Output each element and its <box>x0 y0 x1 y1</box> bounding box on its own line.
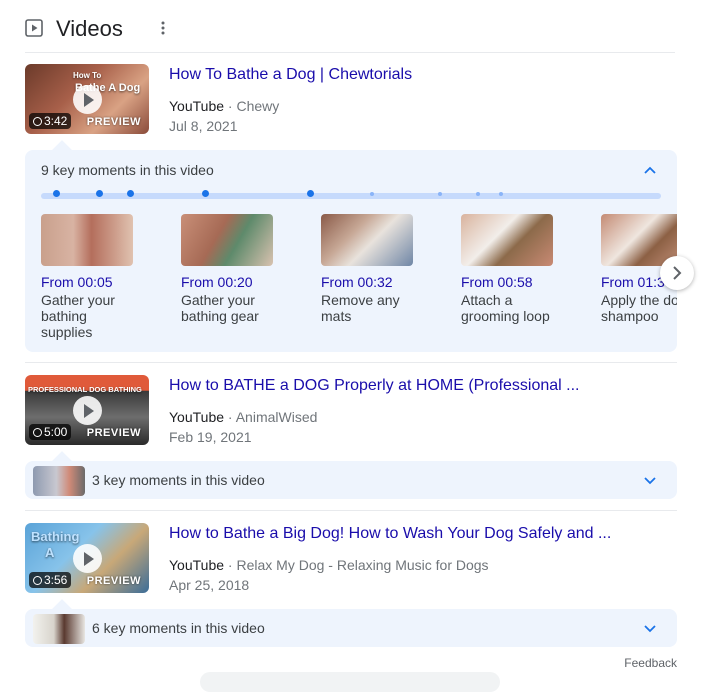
timeline-marker[interactable] <box>127 190 134 197</box>
video-thumbnail[interactable]: PROFESSIONAL DOG BATHING 5:00 PREVIEW <box>25 375 149 445</box>
play-icon[interactable] <box>73 544 102 573</box>
key-moment[interactable]: From 00:32 Remove any mats <box>321 214 451 324</box>
timeline-marker[interactable] <box>53 190 60 197</box>
key-moments-label: 9 key moments in this video <box>41 162 214 178</box>
video-result: How To Bathe A Dog 3:42 PREVIEW How To B… <box>25 64 675 144</box>
result-divider <box>25 510 677 511</box>
separator: · <box>227 557 233 573</box>
timeline-marker[interactable] <box>438 192 442 196</box>
key-moment-label: Gather your bathing gear <box>181 292 259 324</box>
timeline-marker[interactable] <box>202 190 209 197</box>
feedback-link[interactable]: Feedback <box>624 656 677 670</box>
result-divider <box>25 362 677 363</box>
preview-label: PREVIEW <box>86 575 141 587</box>
upload-date: Jul 8, 2021 <box>169 118 238 134</box>
channel-name: Chewy <box>236 98 280 114</box>
key-moments-thumbnail <box>33 614 85 644</box>
key-moment-thumbnail[interactable] <box>181 214 273 266</box>
play-icon[interactable] <box>73 396 102 425</box>
key-moments-thumbnail <box>33 466 85 496</box>
video-source: YouTube · Relax My Dog - Relaxing Music … <box>169 557 489 573</box>
separator: · <box>227 98 233 114</box>
upload-date: Feb 19, 2021 <box>169 429 252 445</box>
key-moments-panel: 9 key moments in this video From 00:05 G… <box>25 150 677 352</box>
chevron-down-icon[interactable] <box>644 477 656 485</box>
play-icon[interactable] <box>73 85 102 114</box>
source-platform: YouTube <box>169 557 225 573</box>
key-moment-time[interactable]: From 00:58 <box>461 274 591 290</box>
thumbnail-text: A <box>45 545 55 560</box>
preview-label: PREVIEW <box>86 427 141 439</box>
timeline-marker[interactable] <box>307 190 314 197</box>
timeline-marker[interactable] <box>96 190 103 197</box>
separator: · <box>227 409 233 425</box>
timeline-marker[interactable] <box>370 192 374 196</box>
key-moment-label: Apply the do shampoo <box>601 292 677 324</box>
key-moment[interactable]: From 00:05 Gather your bathing supplies <box>41 214 171 340</box>
key-moment-label: Attach a grooming loop <box>461 292 550 324</box>
key-moments-collapsed[interactable]: 3 key moments in this video <box>25 461 677 499</box>
source-platform: YouTube <box>169 98 225 114</box>
next-moments-button[interactable] <box>660 256 694 290</box>
key-moment[interactable]: From 00:20 Gather your bathing gear <box>181 214 311 324</box>
video-source: YouTube · AnimalWised <box>169 409 317 425</box>
timeline-marker[interactable] <box>499 192 503 196</box>
duration-badge: 3:42 <box>29 113 72 129</box>
video-title-link[interactable]: How To Bathe a Dog | Chewtorials <box>169 66 412 84</box>
upload-date: Apr 25, 2018 <box>169 577 250 593</box>
chevron-down-icon[interactable] <box>644 625 656 633</box>
key-moments-label: 6 key moments in this video <box>92 620 265 636</box>
videos-header: Videos <box>25 12 675 53</box>
duration-badge: 5:00 <box>29 424 72 440</box>
duration-badge: 3:56 <box>29 572 72 588</box>
key-moment-time[interactable]: From 00:32 <box>321 274 451 290</box>
thumbnail-text: Bathing <box>31 529 80 544</box>
video-thumbnail[interactable]: Bathing A 3:56 PREVIEW <box>25 523 149 593</box>
video-result: PROFESSIONAL DOG BATHING 5:00 PREVIEW Ho… <box>25 375 675 455</box>
source-platform: YouTube <box>169 409 225 425</box>
key-moment-thumbnail[interactable] <box>601 214 677 266</box>
video-thumbnail[interactable]: How To Bathe A Dog 3:42 PREVIEW <box>25 64 149 134</box>
key-moments-timeline[interactable] <box>41 193 661 199</box>
thumbnail-text: PROFESSIONAL DOG BATHING <box>28 385 142 394</box>
video-title-link[interactable]: How to Bathe a Big Dog! How to Wash Your… <box>169 525 611 543</box>
key-moment-time[interactable]: From 00:20 <box>181 274 311 290</box>
key-moment-time[interactable]: From 00:05 <box>41 274 171 290</box>
video-play-icon <box>25 19 43 37</box>
key-moment-thumbnail[interactable] <box>461 214 553 266</box>
key-moment-label: Remove any mats <box>321 292 400 324</box>
chevron-right-icon <box>673 266 682 280</box>
chevron-up-icon[interactable] <box>644 166 656 174</box>
more-options-icon[interactable] <box>155 20 171 36</box>
video-result: Bathing A 3:56 PREVIEW How to Bathe a Bi… <box>25 523 675 603</box>
key-moments-collapsed[interactable]: 6 key moments in this video <box>25 609 677 647</box>
thumbnail-text: How To <box>73 71 102 80</box>
section-title: Videos <box>56 16 123 41</box>
key-moments-label: 3 key moments in this video <box>92 472 265 488</box>
timeline-marker[interactable] <box>476 192 480 196</box>
channel-name: Relax My Dog - Relaxing Music for Dogs <box>236 557 489 573</box>
key-moment-thumbnail[interactable] <box>321 214 413 266</box>
preview-label: PREVIEW <box>86 116 141 128</box>
key-moment-thumbnail[interactable] <box>41 214 133 266</box>
key-moment-label: Gather your bathing supplies <box>41 292 115 340</box>
key-moment[interactable]: From 00:58 Attach a grooming loop <box>461 214 591 324</box>
video-source: YouTube · Chewy <box>169 98 279 114</box>
view-all-button[interactable] <box>200 672 500 692</box>
channel-name: AnimalWised <box>235 409 318 425</box>
video-title-link[interactable]: How to BATHE a DOG Properly at HOME (Pro… <box>169 377 580 395</box>
